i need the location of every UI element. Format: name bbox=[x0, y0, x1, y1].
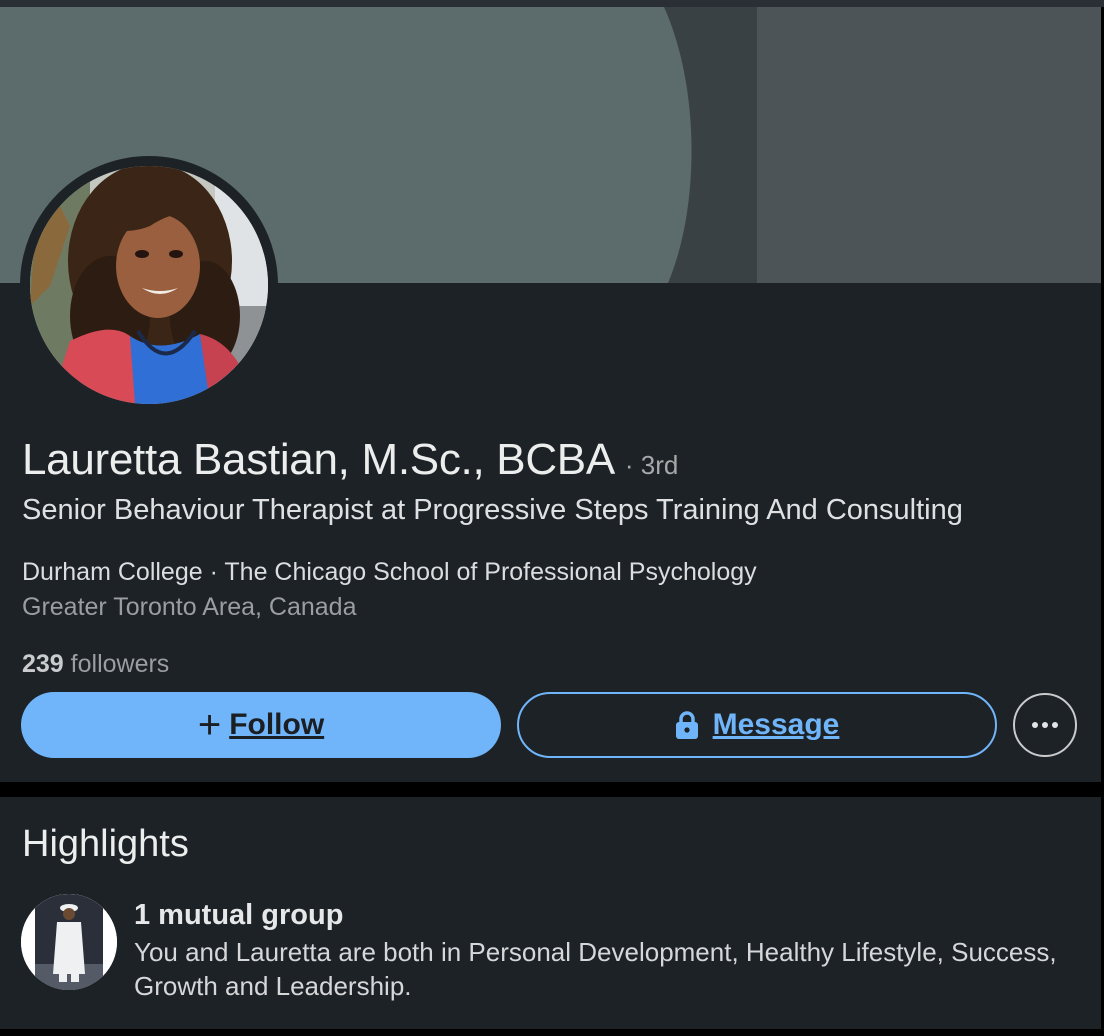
followers-label: followers bbox=[63, 650, 170, 678]
profile-card: Lauretta Bastian, M.Sc., BCBA · 3rd Seni… bbox=[0, 7, 1101, 782]
profile-location: Greater Toronto Area, Canada bbox=[22, 593, 357, 621]
profile-headline: Senior Behaviour Therapist at Progressiv… bbox=[22, 494, 963, 526]
profile-avatar[interactable] bbox=[30, 166, 268, 404]
profile-education[interactable]: Durham College · The Chicago School of P… bbox=[22, 558, 757, 587]
more-options-button[interactable] bbox=[1013, 693, 1077, 757]
follow-button[interactable]: + Follow bbox=[21, 692, 501, 758]
profile-name: Lauretta Bastian, M.Sc., BCBA bbox=[22, 435, 615, 484]
highlights-title: Highlights bbox=[22, 823, 189, 865]
lock-icon bbox=[675, 711, 699, 739]
highlights-card: Highlights 1 mutual group You and Lauret… bbox=[0, 797, 1101, 1029]
mutual-group-avatar[interactable] bbox=[21, 894, 117, 990]
top-divider bbox=[0, 0, 1104, 7]
connection-degree: · 3rd bbox=[624, 450, 679, 480]
message-label: Message bbox=[712, 708, 840, 741]
profile-name-row: Lauretta Bastian, M.Sc., BCBA · 3rd bbox=[22, 435, 678, 485]
mutual-group-description: You and Lauretta are both in Personal De… bbox=[134, 937, 1057, 1001]
plus-icon: + bbox=[197, 703, 222, 747]
message-button[interactable]: Message bbox=[517, 692, 997, 758]
followers-count: 239 followers bbox=[22, 650, 169, 679]
follow-label: Follow bbox=[229, 708, 325, 741]
followers-number: 239 bbox=[22, 650, 64, 678]
ellipsis-icon bbox=[1031, 716, 1059, 734]
mutual-group-heading[interactable]: 1 mutual group bbox=[134, 899, 343, 932]
